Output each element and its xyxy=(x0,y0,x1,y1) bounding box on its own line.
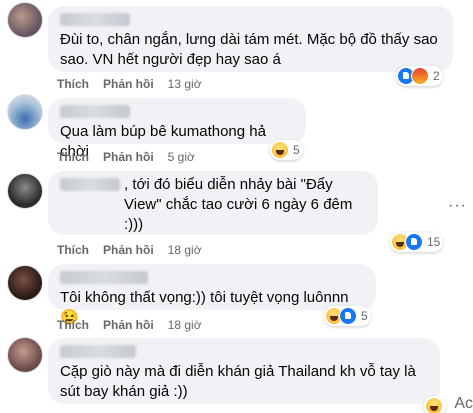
haha-reaction-icon xyxy=(271,141,289,159)
commenter-name-blurred[interactable] xyxy=(60,271,148,284)
reaction-summary[interactable]: 5 xyxy=(270,140,303,160)
commenter-name-blurred[interactable] xyxy=(60,13,130,26)
reply-link[interactable]: Phản hồi xyxy=(103,77,154,91)
avatar[interactable] xyxy=(7,173,43,209)
comment-bubble: Cặp giò này mà đi diễn khán giả Thailand… xyxy=(48,338,440,404)
reaction-summary[interactable]: 2 xyxy=(396,66,443,86)
reaction-summary[interactable]: 5 xyxy=(324,306,371,326)
like-link[interactable]: Thích xyxy=(57,77,89,91)
haha-reaction-icon xyxy=(425,397,443,413)
reaction-count: 15 xyxy=(427,235,441,249)
avatar[interactable] xyxy=(7,2,43,38)
corner-truncated-text: Ac xyxy=(454,395,473,412)
comment-bubble: Tôi không thất vọng:)) tôi tuyệt vọng lu… xyxy=(48,264,376,326)
comment-actions: Thích Phản hồi 18 giờ xyxy=(57,318,202,332)
like-link[interactable]: Thích xyxy=(57,243,89,257)
commenter-name-blurred[interactable] xyxy=(60,345,136,358)
like-link[interactable]: Thích xyxy=(57,150,89,164)
comment-actions: Thích Phản hồi 5 giờ xyxy=(57,150,195,164)
timestamp[interactable]: 18 giờ xyxy=(168,318,202,332)
avatar[interactable] xyxy=(7,337,43,373)
commenter-name-blurred[interactable] xyxy=(60,105,130,118)
like-link[interactable]: Thích xyxy=(57,318,89,332)
comment-feed: Đùi to, chân ngắn, lưng dài tám mét. Mặc… xyxy=(0,0,473,413)
timestamp[interactable]: 13 giờ xyxy=(168,77,202,91)
reply-link[interactable]: Phản hồi xyxy=(103,150,154,164)
angry-reaction-icon xyxy=(411,67,429,85)
avatar[interactable] xyxy=(7,265,43,301)
avatar[interactable] xyxy=(7,94,43,130)
reply-link[interactable]: Phản hồi xyxy=(103,318,154,332)
comment-bubble: , tới đó biểu diễn nhảy bài "Đẩy View" c… xyxy=(48,171,378,235)
reaction-count: 5 xyxy=(293,143,300,157)
reaction-count: 5 xyxy=(361,309,368,323)
timestamp[interactable]: 5 giờ xyxy=(168,150,195,164)
reply-link[interactable]: Phản hồi xyxy=(103,243,154,257)
reaction-summary[interactable]: 15 xyxy=(390,232,444,252)
reaction-count: 2 xyxy=(433,69,440,83)
commenter-name-blurred[interactable] xyxy=(60,178,120,191)
comment-text-body: , tới đó biểu diễn nhảy bài "Đẩy View" c… xyxy=(124,176,353,233)
comment-text: Cặp giò này mà đi diễn khán giả Thailand… xyxy=(60,363,416,400)
comment-actions: Thích Phản hồi 13 giờ xyxy=(57,77,202,91)
timestamp[interactable]: 18 giờ xyxy=(168,243,202,257)
comment-actions: Thích Phản hồi 18 giờ xyxy=(57,243,202,257)
comment-bubble: Qua làm búp bê kumathong hả chời xyxy=(48,98,306,160)
reaction-summary[interactable] xyxy=(424,396,446,413)
more-dots-icon[interactable]: ··· xyxy=(448,197,467,215)
like-reaction-icon xyxy=(405,233,423,251)
comment-bubble: Đùi to, chân ngắn, lưng dài tám mét. Mặc… xyxy=(48,6,453,72)
comment-text: Đùi to, chân ngắn, lưng dài tám mét. Mặc… xyxy=(60,31,438,68)
like-reaction-icon xyxy=(339,307,357,325)
